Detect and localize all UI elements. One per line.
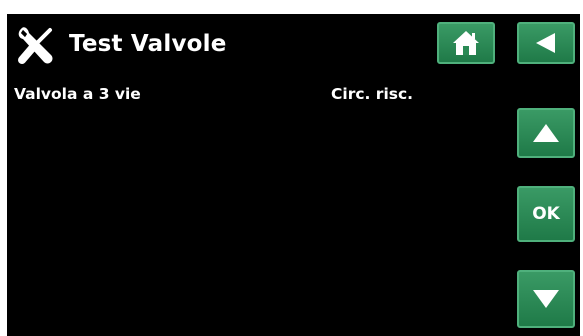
page-title: Test Valvole xyxy=(69,31,227,57)
home-button[interactable] xyxy=(437,22,495,64)
back-arrow-icon xyxy=(533,30,559,56)
back-button[interactable] xyxy=(517,22,575,64)
row-value[interactable]: Circ. risc. xyxy=(331,85,413,103)
row-label: Valvola a 3 vie xyxy=(14,85,141,103)
ok-button[interactable]: OK xyxy=(517,186,575,242)
ok-label: OK xyxy=(532,204,560,224)
up-button[interactable] xyxy=(517,108,575,158)
home-icon xyxy=(451,29,481,57)
screen: Test Valvole Valvola a 3 vie Circ. risc.… xyxy=(7,14,580,336)
down-button[interactable] xyxy=(517,270,575,328)
tools-icon xyxy=(14,24,60,70)
down-arrow-icon xyxy=(531,287,561,311)
up-arrow-icon xyxy=(531,121,561,145)
